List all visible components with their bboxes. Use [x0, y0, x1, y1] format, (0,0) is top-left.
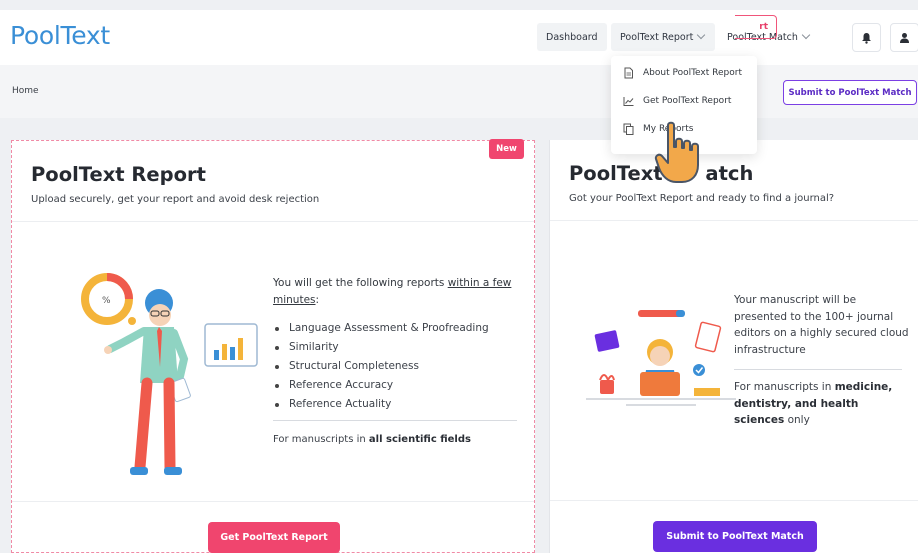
nav-pooltext-report[interactable]: PoolText Report: [611, 23, 715, 51]
submit-match-header-button[interactable]: Submit to PoolText Match: [783, 80, 917, 105]
fields-note: For manuscripts in all scientific fields: [273, 434, 471, 445]
top-navbar: PoolText Dashboard PoolText Report PoolT…: [0, 10, 918, 65]
notifications-button[interactable]: [852, 23, 881, 52]
svg-text:%: %: [102, 296, 111, 306]
list-item-label: Similarity: [289, 341, 339, 353]
document-icon: [624, 67, 633, 79]
dropdown-item-label: Get PoolText Report: [643, 96, 732, 106]
analyst-illustration: %: [81, 273, 258, 475]
user-menu-button[interactable]: [890, 23, 918, 52]
list-item: Similarity: [275, 338, 489, 357]
user-icon: [900, 32, 909, 43]
fields-bold: all scientific fields: [368, 434, 471, 445]
bullet-icon: [275, 326, 279, 331]
dropdown-item-about[interactable]: About PoolText Report: [623, 64, 742, 82]
editor-illustration: [586, 310, 736, 406]
bullet-icon: [275, 345, 279, 350]
match-fields-post: only: [784, 414, 810, 426]
list-item: Reference Accuracy: [275, 376, 489, 395]
bullet-icon: [275, 402, 279, 407]
new-badge: New: [489, 139, 524, 159]
bullet-icon: [275, 383, 279, 388]
divider: [550, 500, 918, 501]
get-pooltext-report-button[interactable]: Get PoolText Report: [208, 522, 340, 553]
hand-pointer-icon: [654, 121, 699, 183]
breadcrumb-home[interactable]: Home: [12, 86, 39, 96]
divider: [734, 369, 902, 370]
pooltext-report-card: PoolText Report Upload securely, get you…: [11, 140, 535, 553]
card-header: PoolText Report Upload securely, get you…: [12, 141, 534, 221]
list-item-label: Reference Accuracy: [289, 379, 394, 391]
chevron-down-icon: [697, 30, 706, 40]
nav-dashboard-label: Dashboard: [546, 31, 598, 43]
copy-icon: [623, 123, 634, 135]
card-subtitle: Upload securely, get your report and avo…: [31, 194, 320, 205]
pooltext-match-card: PoolText atch Got your PoolText Report a…: [549, 140, 918, 553]
list-item-label: Reference Actuality: [289, 398, 392, 410]
submit-to-pooltext-match-button[interactable]: Submit to PoolText Match: [653, 521, 817, 552]
get-report-header-button[interactable]: rt: [735, 15, 777, 39]
divider: [12, 221, 534, 222]
nav-report-label: PoolText Report: [620, 31, 694, 43]
nav-dashboard[interactable]: Dashboard: [537, 23, 607, 51]
match-fields-note: For manuscripts in medicine, dentistry, …: [734, 379, 909, 429]
dropdown-item-get-report[interactable]: Get PoolText Report: [623, 92, 731, 110]
bell-icon: [862, 32, 871, 44]
list-item: Structural Completeness: [275, 357, 489, 376]
card-subtitle: Got your PoolText Report and ready to fi…: [569, 193, 835, 204]
chart-line-icon: [623, 97, 634, 106]
list-item-label: Language Assessment & Proofreading: [289, 322, 489, 334]
divider: [12, 501, 534, 502]
chevron-down-icon: [801, 30, 811, 40]
report-intro-text: You will get the following reports withi…: [273, 275, 513, 309]
fields-pre: For manuscripts in: [273, 434, 369, 445]
intro-pre: You will get the following reports: [273, 277, 448, 289]
dropdown-item-label: About PoolText Report: [643, 68, 742, 78]
divider: [273, 420, 517, 421]
bullet-icon: [275, 364, 279, 369]
match-description: Your manuscript will be presented to the…: [734, 294, 909, 356]
logo[interactable]: PoolText: [10, 21, 110, 50]
list-item: Language Assessment & Proofreading: [275, 319, 489, 338]
divider: [550, 220, 918, 221]
report-features-list: Language Assessment & Proofreading Simil…: [275, 319, 489, 414]
match-fields-pre: For manuscripts in: [734, 381, 835, 393]
card-title-part-b: atch: [705, 162, 754, 185]
intro-post: :: [315, 294, 320, 306]
card-title: PoolText Report: [31, 163, 206, 186]
breadcrumb-bar: Home: [0, 65, 918, 118]
list-item: Reference Actuality: [275, 395, 489, 414]
list-item-label: Structural Completeness: [289, 360, 419, 372]
